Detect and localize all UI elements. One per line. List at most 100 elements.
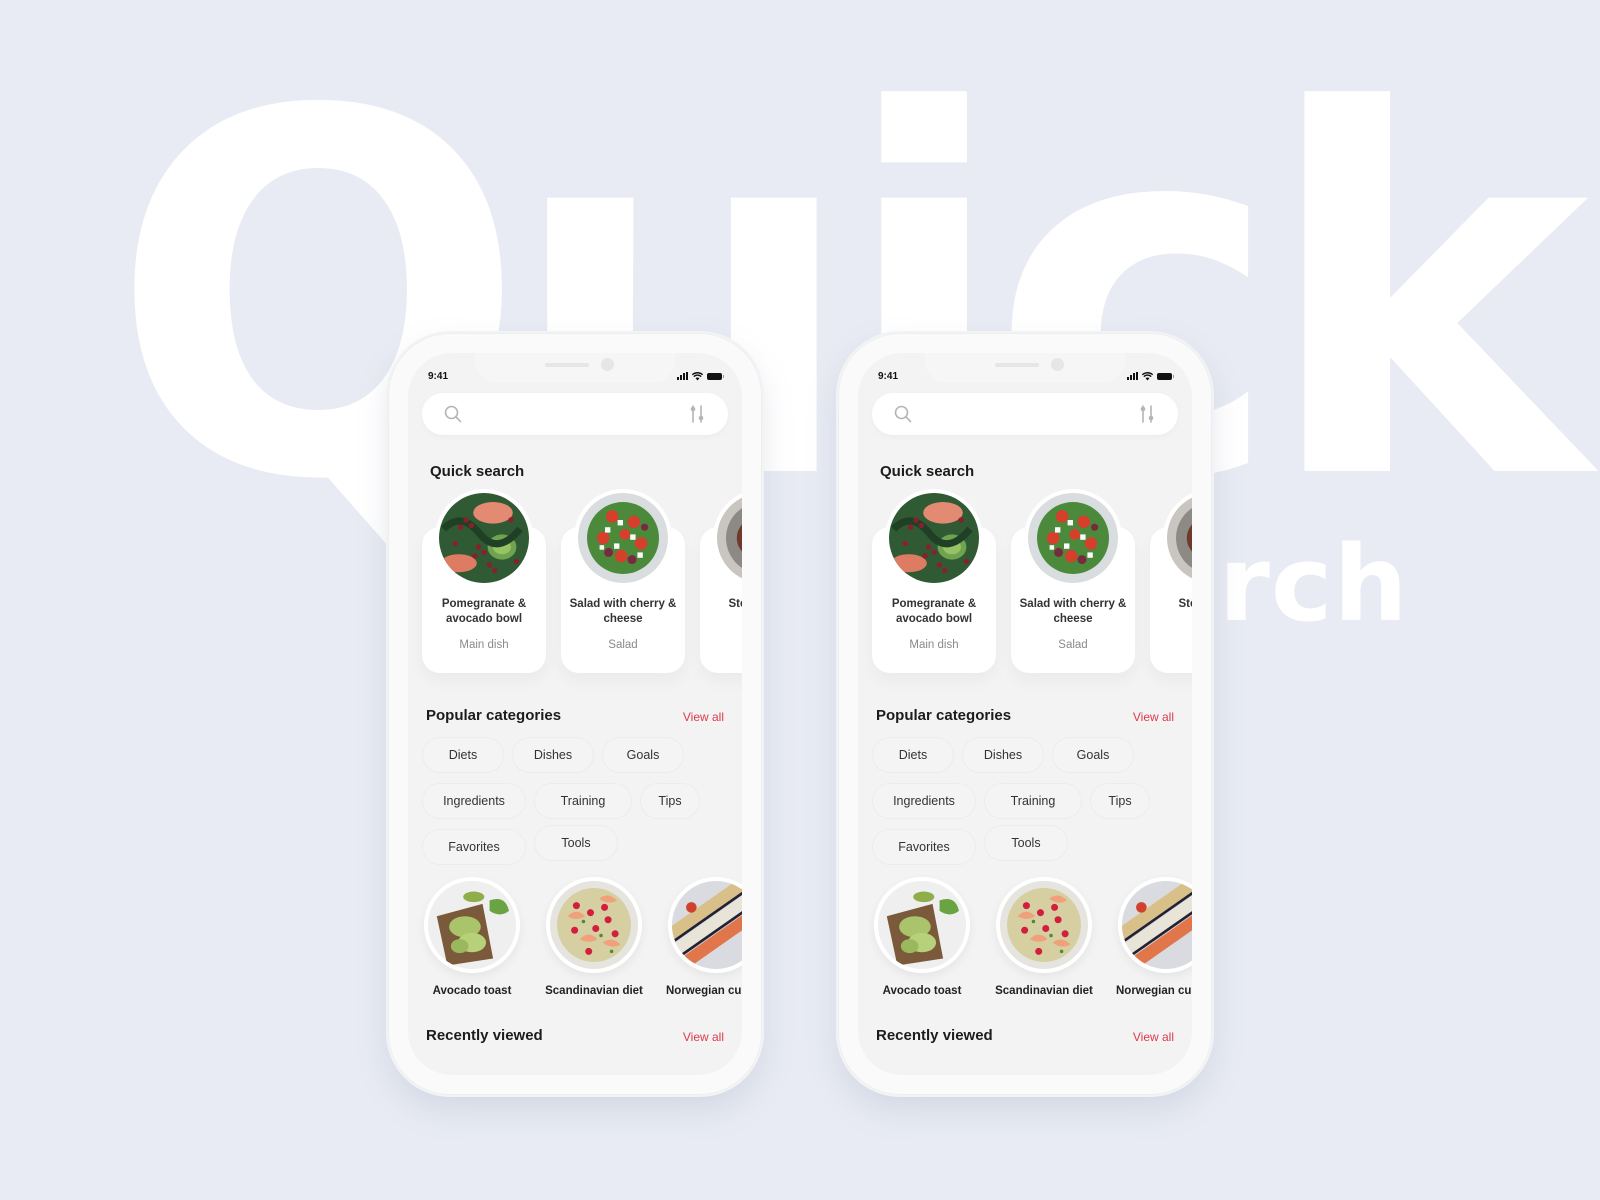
battery-icon: [1157, 372, 1174, 380]
dish-label: Scandinavian diet: [995, 985, 1093, 997]
card-title: Salad with cherry & cheese: [569, 598, 677, 625]
chip-favorites[interactable]: Favorites: [422, 829, 526, 865]
signal-icon: [677, 372, 688, 380]
dish-label: Avocado toast: [882, 985, 962, 997]
phone-mockup-right: 9:41 Quick search Pomegranate & avocado …: [838, 333, 1212, 1095]
recently-viewed-view-all-link[interactable]: View all: [683, 1030, 724, 1044]
quick-search-carousel[interactable]: Pomegranate & avocado bowl Main dish Sal…: [422, 489, 742, 673]
pomegranate-avocado-bowl-image: [435, 489, 533, 587]
wifi-icon: [1142, 371, 1153, 380]
search-bar[interactable]: [872, 393, 1178, 435]
recently-viewed-view-all-link[interactable]: View all: [1133, 1030, 1174, 1044]
dish-item[interactable]: Avocado toast: [872, 877, 972, 997]
chip-row: Ingredients Training Tips: [872, 783, 1182, 819]
dish-label: Scandinavian diet: [545, 985, 643, 997]
battery-icon: [707, 372, 724, 380]
search-icon[interactable]: [444, 405, 462, 423]
chip-dishes[interactable]: Dishes: [962, 737, 1044, 773]
chip-favorites[interactable]: Favorites: [872, 829, 976, 865]
chip-tips[interactable]: Tips: [1090, 783, 1150, 819]
chip-row: Diets Dishes Goals: [872, 737, 1182, 773]
card-subtitle: Salad: [608, 639, 638, 651]
category-chips: Diets Dishes Goals Ingredients Training …: [872, 737, 1182, 875]
filter-icon[interactable]: [1138, 404, 1156, 424]
card-title: Steak and ...: [1178, 598, 1192, 610]
card-title: Pomegranate & avocado bowl: [441, 598, 527, 625]
pomegranate-avocado-bowl-image: [885, 489, 983, 587]
status-icons: [1127, 371, 1174, 381]
phone-screen: 9:41 Quick search Pomegranate & avocado …: [408, 353, 742, 1075]
status-bar: 9:41: [428, 369, 724, 383]
card-subtitle: Main dish: [909, 639, 959, 651]
quick-search-card[interactable]: Steak and ...: [1150, 489, 1192, 673]
popular-categories-title: Popular categories: [426, 707, 562, 724]
norwegian-dish-image: [668, 877, 742, 973]
card-title: Steak and ...: [728, 598, 742, 610]
chip-dishes[interactable]: Dishes: [512, 737, 594, 773]
cherry-cheese-salad-image: [1024, 489, 1122, 587]
chip-ingredients[interactable]: Ingredients: [422, 783, 526, 819]
filter-icon[interactable]: [688, 404, 706, 424]
scandinavian-diet-image: [996, 877, 1092, 973]
card-title: Pomegranate & avocado bowl: [891, 598, 977, 625]
norwegian-dish-image: [1118, 877, 1192, 973]
chip-goals[interactable]: Goals: [602, 737, 684, 773]
chip-row: Ingredients Training Tips: [422, 783, 732, 819]
dishes-carousel[interactable]: Avocado toast Scandinavian diet Norwegia…: [422, 877, 742, 997]
dish-item[interactable]: Scandinavian diet: [994, 877, 1094, 997]
steak-dish-image: [713, 489, 742, 587]
search-icon[interactable]: [894, 405, 912, 423]
dish-label: Norwegian cuisine: [1116, 985, 1192, 997]
status-icons: [677, 371, 724, 381]
chip-training[interactable]: Training: [984, 783, 1082, 819]
quick-search-card[interactable]: Steak and ...: [700, 489, 742, 673]
quick-search-card[interactable]: Pomegranate & avocado bowl Main dish: [872, 489, 996, 673]
quick-search-title: Quick search: [430, 463, 525, 480]
avocado-toast-image: [874, 877, 970, 973]
chip-diets[interactable]: Diets: [872, 737, 954, 773]
quick-search-carousel[interactable]: Pomegranate & avocado bowl Main dish Sal…: [872, 489, 1192, 673]
chip-ingredients[interactable]: Ingredients: [872, 783, 976, 819]
search-input[interactable]: [872, 393, 1178, 435]
popular-categories-title: Popular categories: [876, 707, 1012, 724]
phone-mockup-left: 9:41 Quick search Pomegranate & avocado …: [388, 333, 762, 1095]
status-time: 9:41: [878, 370, 899, 382]
dish-item[interactable]: Norwegian cuisine: [1116, 877, 1192, 997]
chip-tips[interactable]: Tips: [640, 783, 700, 819]
chip-diets[interactable]: Diets: [422, 737, 504, 773]
chip-tools[interactable]: Tools: [984, 825, 1068, 861]
search-input[interactable]: [422, 393, 728, 435]
category-chips: Diets Dishes Goals Ingredients Training …: [422, 737, 732, 875]
popular-categories-view-all-link[interactable]: View all: [683, 710, 724, 724]
quick-search-card[interactable]: Pomegranate & avocado bowl Main dish: [422, 489, 546, 673]
chip-goals[interactable]: Goals: [1052, 737, 1134, 773]
card-subtitle: Salad: [1058, 639, 1088, 651]
status-bar: 9:41: [878, 369, 1174, 383]
quick-search-title: Quick search: [880, 463, 975, 480]
steak-dish-image: [1163, 489, 1192, 587]
cherry-cheese-salad-image: [574, 489, 672, 587]
chip-row: Favorites Tools: [872, 825, 1182, 865]
dishes-carousel[interactable]: Avocado toast Scandinavian diet Norwegia…: [872, 877, 1192, 997]
speaker: [545, 363, 589, 367]
quick-search-card[interactable]: Salad with cherry & cheese Salad: [561, 489, 685, 673]
chip-training[interactable]: Training: [534, 783, 632, 819]
dish-label: Avocado toast: [432, 985, 512, 997]
card-title: Salad with cherry & cheese: [1019, 598, 1127, 625]
card-subtitle: Main dish: [459, 639, 509, 651]
chip-row: Favorites Tools: [422, 825, 732, 865]
recently-viewed-title: Recently viewed: [876, 1027, 993, 1044]
dish-item[interactable]: Avocado toast: [422, 877, 522, 997]
recently-viewed-title: Recently viewed: [426, 1027, 543, 1044]
chip-tools[interactable]: Tools: [534, 825, 618, 861]
speaker: [995, 363, 1039, 367]
wifi-icon: [692, 371, 703, 380]
dish-label: Norwegian cuisine: [666, 985, 742, 997]
popular-categories-view-all-link[interactable]: View all: [1133, 710, 1174, 724]
scandinavian-diet-image: [546, 877, 642, 973]
dish-item[interactable]: Scandinavian diet: [544, 877, 644, 997]
search-bar[interactable]: [422, 393, 728, 435]
avocado-toast-image: [424, 877, 520, 973]
quick-search-card[interactable]: Salad with cherry & cheese Salad: [1011, 489, 1135, 673]
dish-item[interactable]: Norwegian cuisine: [666, 877, 742, 997]
